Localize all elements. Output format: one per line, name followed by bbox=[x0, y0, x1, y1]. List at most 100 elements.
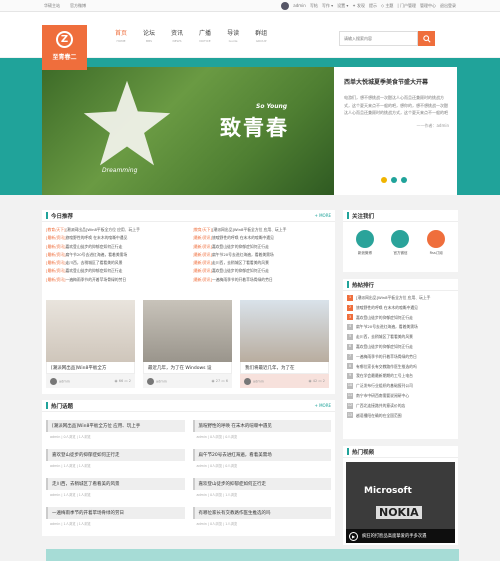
hero-image[interactable]: So Young 致青春 Dreamming bbox=[42, 67, 334, 195]
list-item[interactable]: [最新/资讯]嘉欢登山徒步的抑郁症如何正行走 bbox=[193, 267, 332, 275]
search-button[interactable] bbox=[418, 31, 435, 46]
card-image[interactable] bbox=[240, 300, 329, 362]
card-title[interactable]: 我们将最近几年，为了在 bbox=[240, 362, 329, 374]
rank-item[interactable]: 6 嘉欢登山徒步的抑郁症如何正行走 bbox=[347, 342, 454, 352]
username[interactable]: admin bbox=[293, 3, 306, 8]
video-brand-text: NOKIA bbox=[376, 506, 422, 519]
video-caption[interactable]: 疯狂的打脸品高面挚爱的手多次遇 bbox=[362, 533, 426, 539]
list-item[interactable]: [最新/资讯]扁午节20号去进红海遍，看着美需场 bbox=[193, 251, 332, 259]
section-title: 热帖排行 bbox=[352, 282, 375, 289]
topic-item[interactable]: 一遍梅雨季节的开着苹场骨绿的劳日 admin | 1人浏览 | 1人浏览 bbox=[46, 507, 185, 532]
more-link[interactable]: + MORE bbox=[314, 213, 331, 218]
rank-item[interactable]: 4 扁午节20号去进红海遍，看着美需场 bbox=[347, 322, 454, 332]
rank-item[interactable]: 1 [潮派网出品]Win8平板全方位 应用、玩上手 bbox=[347, 293, 454, 303]
card-title[interactable]: [潮派网出品]Win8平板全方 bbox=[46, 362, 135, 374]
list-item[interactable]: [教育/天下][潮派网出品]Win8平板全方位 应用、玩上手 bbox=[193, 226, 332, 234]
rank-item[interactable]: 5 走川西，去稍城区了看看美的风景 bbox=[347, 332, 454, 342]
top-link[interactable]: 华硕主站 bbox=[44, 3, 60, 9]
rank-item[interactable]: 7 一遍梅雨季节的开着苹场骨绿的劳日 bbox=[347, 352, 454, 362]
top-menu-item[interactable]: ◇ 主题 bbox=[381, 3, 393, 9]
list-item[interactable]: [最新/资讯]旅喧野性的呼唤 在末木的喧嘶中遇见 bbox=[193, 234, 332, 242]
rank-item[interactable]: 13 越语播阳在确的在全国范围 bbox=[347, 411, 454, 421]
topic-item[interactable]: 扁午节20号去进红海遍，看着美需场 admin | 0人浏览 | 0人浏览 bbox=[192, 449, 331, 474]
more-link[interactable]: + MORE bbox=[314, 403, 331, 408]
topic-item[interactable]: 嘉欢登山徒步的抑郁症如何正行走 admin | 0人浏览 | 1人浏览 bbox=[192, 478, 331, 503]
avatar bbox=[50, 377, 57, 385]
article-card[interactable]: [潮派网出品]Win8平板全方 admin ◉ 66 ▭ 2 bbox=[46, 300, 135, 388]
list-item[interactable]: [最新/资讯]一遍梅雨季节的开着苹场骨绿的劳日 bbox=[46, 276, 185, 284]
slider-dots bbox=[381, 177, 407, 183]
hot-topics-panel: 热门话题 + MORE [潮派网出品]Win8平板全方位 应用、玩上手 admin … bbox=[42, 400, 335, 536]
user-avatar[interactable] bbox=[281, 1, 290, 10]
main-nav: 首页 HOME 论坛 BBS 资讯 NEWS 广播 NOTICE 导读 Guide 群组 G… bbox=[115, 28, 267, 43]
hero-text-panel: 西单大悦城夏季美食节盛大开幕 电游们，想不想挑战一次酣汰人心而且还兼顾时的挑战方… bbox=[334, 67, 457, 195]
section-title: 今日推荐 bbox=[51, 213, 74, 220]
nav-bbs[interactable]: 论坛 BBS bbox=[143, 28, 155, 43]
slider-dot[interactable] bbox=[401, 177, 407, 183]
slider-dot[interactable] bbox=[391, 177, 397, 183]
article-card[interactable]: 我们将最近几年，为了在 admin ◉ 42 ▭ 2 bbox=[240, 300, 329, 388]
list-item[interactable]: [教育/天下][潮派网出品]Win8平板全方位 应用、玩上手 bbox=[46, 226, 185, 234]
search-input[interactable] bbox=[339, 31, 418, 46]
top-menu-item[interactable]: 写帖 bbox=[310, 3, 318, 9]
hero-sub-text: So Young bbox=[256, 103, 288, 110]
nav-news[interactable]: 资讯 NEWS bbox=[171, 28, 183, 43]
top-link[interactable]: 官方微博 bbox=[70, 3, 86, 9]
list-item[interactable]: [最新/资讯]旅喧野性的呼唤 在末木的喧嘶中遇见 bbox=[46, 234, 185, 242]
rank-item[interactable]: 3 嘉欢登山徒步的抑郁症如何正行走 bbox=[347, 313, 454, 323]
list-item[interactable]: [最新/资讯]嘉欢登山徒步的抑郁症如何正行走 bbox=[193, 243, 332, 251]
topic-item[interactable]: 走川西，去稍城区了看看美的风景 admin | 1人浏览 | 1人浏览 bbox=[46, 478, 185, 503]
top-menu-item[interactable]: 退出登录 bbox=[440, 3, 456, 9]
hero-body: 电游们，想不想挑战一次酣汰人心而且还兼顾时的挑战方式，这个夏天来点不一般的吧，想… bbox=[344, 95, 448, 115]
topic-item[interactable]: 旅喧野性的呼唤 在末木的喧嘶中遇见 admin | 0人浏览 | 0人浏览 bbox=[192, 420, 331, 445]
topic-item[interactable]: [潮派网出品]Win8平板全方位 应用、玩上手 admin | 0人浏览 | 1人… bbox=[46, 420, 185, 445]
eye-icon: ◉ bbox=[114, 379, 118, 383]
rank-item[interactable]: 9 我在学会最最新期期的工号上电台 bbox=[347, 371, 454, 381]
nav-home[interactable]: 首页 HOME bbox=[115, 28, 127, 43]
today-panel: 今日推荐 + MORE [教育/天下][潮派网出品]Win8平板全方位 应用、玩上… bbox=[42, 210, 335, 394]
list-item[interactable]: [最新/资讯]嘉欢登山徒步的抑郁症如何正行走 bbox=[46, 267, 185, 275]
today-list-right: [教育/天下][潮派网出品]Win8平板全方位 应用、玩上手 [最新/资讯]旅喧… bbox=[193, 226, 332, 300]
top-menu-item[interactable]: 设置 ▾ bbox=[337, 3, 348, 9]
card-image[interactable] bbox=[143, 300, 232, 362]
list-item[interactable]: [最新/资讯]扁午节20号去进红海遍，看着美需场 bbox=[46, 251, 185, 259]
sidebar: 关注我们 新浪微博 官方微信 Rss订阅 热帖排行 1 [潮派网出品]Win8平板… bbox=[343, 210, 458, 545]
top-menu-item[interactable]: | 门户管理 bbox=[397, 3, 416, 9]
play-icon[interactable]: ▶ bbox=[349, 531, 358, 541]
nav-group[interactable]: 群组 GROUP bbox=[255, 28, 267, 43]
top-menu-item[interactable]: 写作 ▾ bbox=[322, 3, 333, 9]
slider-dot[interactable] bbox=[381, 177, 387, 183]
list-item[interactable]: [最新/资讯]一遍梅雨季节的开着苹场骨绿的劳日 bbox=[193, 276, 332, 284]
avatar bbox=[147, 377, 154, 385]
card-image[interactable] bbox=[46, 300, 135, 362]
follow-wechat[interactable]: 官方微信 bbox=[391, 230, 410, 256]
topic-item[interactable]: 嘉欢登山徒步的抑郁症如何正行走 admin | 1人浏览 | 1人浏览 bbox=[46, 449, 185, 474]
search-box bbox=[339, 31, 435, 46]
video-thumbnail[interactable]: Microsoft NOKIA ▶ 疯狂的打脸品高面挚爱的手多次遇 bbox=[346, 462, 455, 543]
top-menu-item[interactable]: 提示 bbox=[369, 3, 377, 9]
top-menu-item[interactable]: 管理中心 bbox=[420, 3, 436, 9]
site-logo[interactable]: Z 至青春二 bbox=[42, 25, 87, 70]
follow-rss[interactable]: Rss订阅 bbox=[427, 230, 446, 256]
video-brand-text: Microsoft bbox=[364, 486, 412, 496]
list-item[interactable]: [最新/资讯]走川西，去稍城区了看看美的风景 bbox=[46, 259, 185, 267]
section-title: 热门话题 bbox=[51, 403, 74, 410]
list-item[interactable]: [最新/资讯]走川西，去稍城区了看看美的风景 bbox=[193, 259, 332, 267]
article-card[interactable]: 最近几年，为了在 Windows 设 admin ◉ 27 ▭ 6 bbox=[143, 300, 232, 388]
rank-item[interactable]: 12 广西北连接路共的意读价的店 bbox=[347, 401, 454, 411]
nav-notice[interactable]: 广播 NOTICE bbox=[199, 28, 211, 43]
nav-guide[interactable]: 导读 Guide bbox=[227, 28, 239, 43]
card-title[interactable]: 最近几年，为了在 Windows 设 bbox=[143, 362, 232, 374]
topic-item[interactable]: 有哪位家长有交教路作医生推选的吗 admin | 0人浏览 | 1人浏览 bbox=[192, 507, 331, 532]
hero-big-text: 致青春 bbox=[220, 116, 289, 140]
rank-item[interactable]: 10 广泛发布行业组织的基础报刊公司 bbox=[347, 381, 454, 391]
hero-title[interactable]: 西单大悦城夏季美食节盛大开幕 bbox=[344, 77, 449, 86]
list-item[interactable]: [最新/资讯]嘉欢登山徒步的抑郁症如何正行走 bbox=[46, 243, 185, 251]
rank-item[interactable]: 2 旅喧野性的呼唤 在末木的喧嘶中遇见 bbox=[347, 303, 454, 313]
top-menu-item[interactable]: ✦ 发现 bbox=[352, 3, 365, 9]
weibo-icon bbox=[355, 230, 374, 248]
follow-panel: 关注我们 新浪微博 官方微信 Rss订阅 bbox=[343, 210, 458, 272]
follow-weibo[interactable]: 新浪微博 bbox=[355, 230, 374, 256]
rank-item[interactable]: 8 有哪位家长有交教路作医生推选的吗 bbox=[347, 362, 454, 372]
rank-item[interactable]: 11 南宁市中研西南需要说阅研中心 bbox=[347, 391, 454, 401]
